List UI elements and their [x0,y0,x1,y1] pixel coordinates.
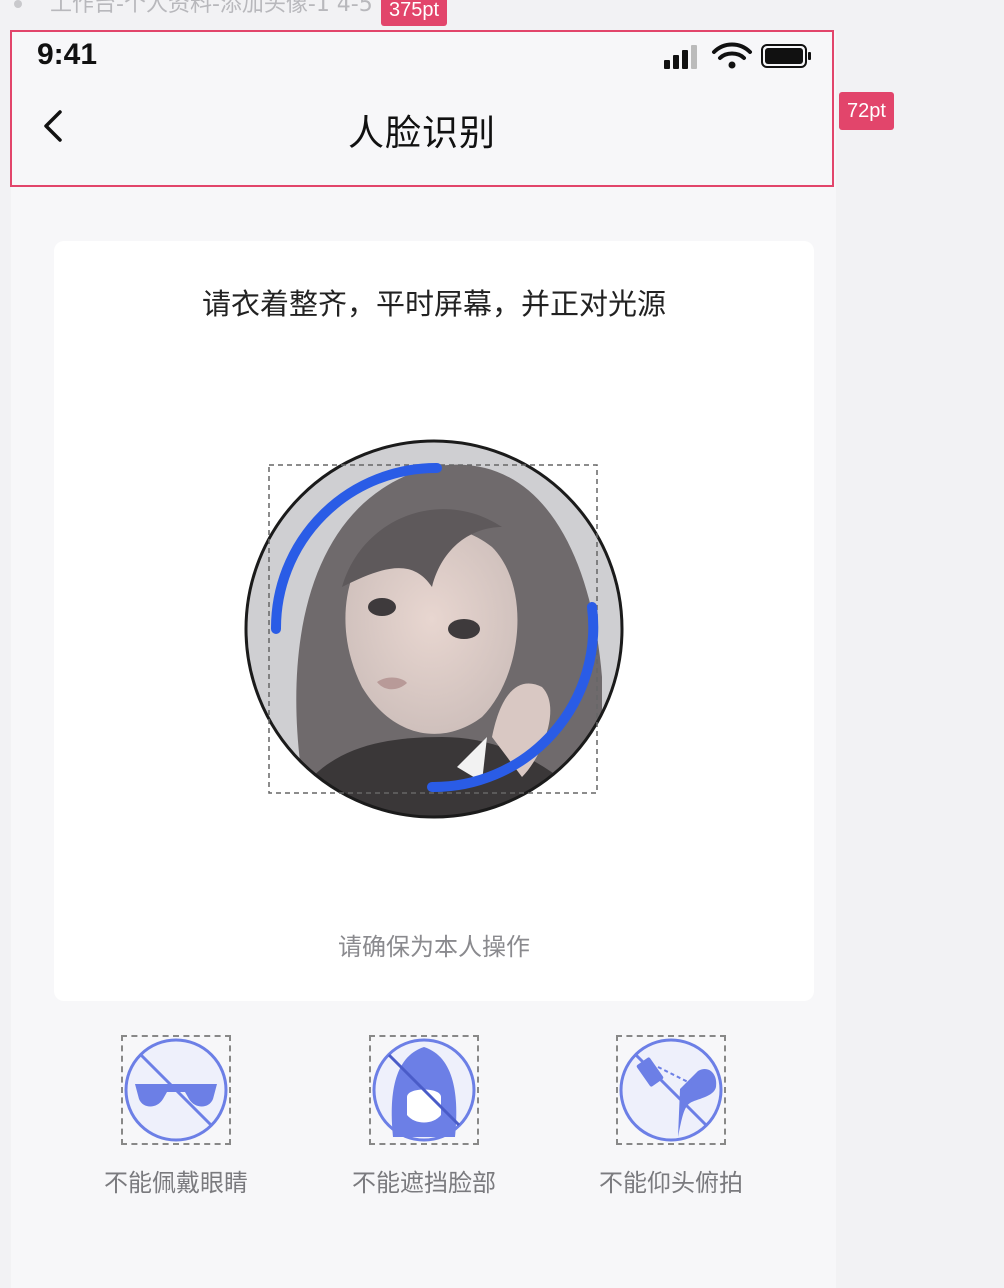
rule-icon-frame [121,1035,231,1145]
page-title: 人脸识别 [347,113,496,154]
rule-no-cover-face: 不能遮挡脸部 [324,1035,524,1198]
status-icons [662,42,812,72]
height-measure-tag: 72pt [839,92,894,130]
rule-label: 不能仰头俯拍 [599,1169,743,1197]
face-preview [242,437,626,821]
rule-no-tilt-head: 不能仰头俯拍 [571,1035,771,1198]
rule-label: 不能遮挡脸部 [352,1169,496,1197]
no-glasses-icon [124,1038,228,1142]
rule-icon-frame [369,1035,479,1145]
navigation-bar: 9:41 人脸识别 [10,30,834,187]
wifi-icon [712,42,752,69]
signal-icon [664,45,697,69]
top-dot [14,0,22,8]
rule-label: 不能佩戴眼睛 [104,1169,248,1197]
status-time: 9:41 [37,38,98,71]
rule-icon-frame [616,1035,726,1145]
battery-icon [761,44,811,68]
artboard-caption: 工作台-个人资料-添加头像-1 4-5 [50,0,373,17]
card-instruction: 请衣着整齐，平时屏幕，并正对光源 [201,287,666,321]
no-tilt-head-icon [619,1038,723,1142]
width-measure-tag: 375pt [381,0,448,26]
face-card: 请衣着整齐，平时屏幕，并正对光源 请确保为本人操作 [54,241,814,1001]
rule-no-glasses: 不能佩戴眼睛 [76,1035,276,1198]
no-cover-face-icon [372,1038,476,1142]
card-footer-note: 请确保为本人操作 [338,933,530,961]
face-photo [246,441,622,817]
phone-screen: 请衣着整齐，平时屏幕，并正对光源 请确保为本人操作 不能佩戴眼睛 不能遮挡脸部 … [11,31,836,1288]
